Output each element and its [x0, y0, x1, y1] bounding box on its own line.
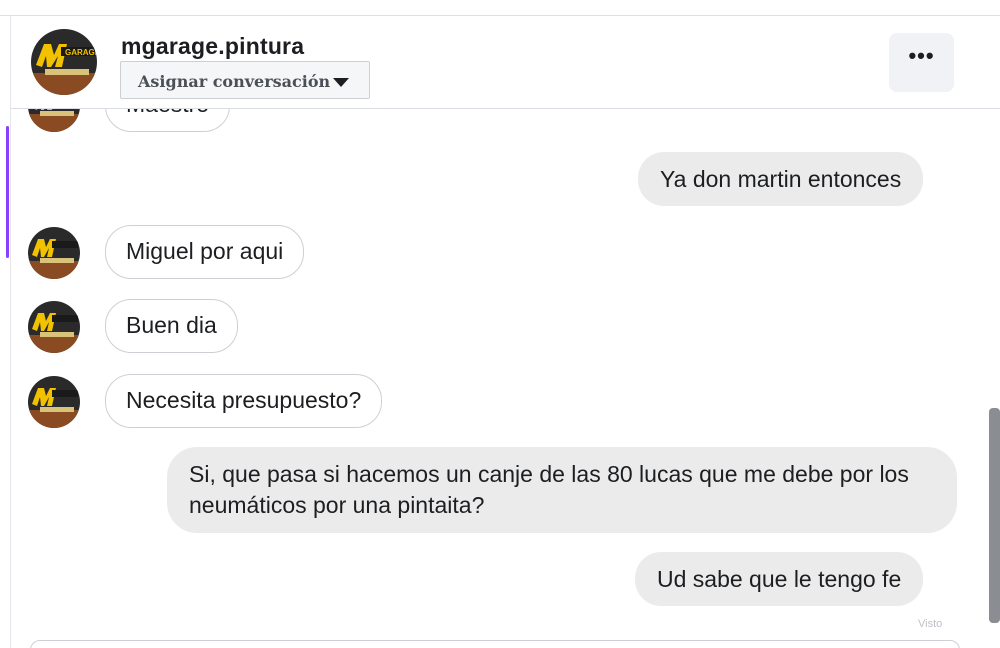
contact-avatar[interactable] — [28, 376, 80, 428]
seen-indicator: Visto — [918, 618, 943, 630]
more-options-button[interactable]: ••• — [889, 33, 954, 92]
page-avatar[interactable]: GARAGE — [31, 29, 97, 95]
message-bubble-incoming[interactable]: Buen dia — [105, 299, 238, 353]
panel-divider — [10, 16, 11, 648]
message-bubble-outgoing[interactable]: Ud sabe que le tengo fe — [635, 552, 924, 606]
page-title: mgarage.pintura — [121, 33, 305, 59]
scrollbar-thumb[interactable] — [989, 408, 1000, 623]
window-top-edge — [0, 0, 1000, 16]
more-dots-icon: ••• — [908, 43, 935, 68]
chevron-down-icon — [333, 78, 349, 87]
active-accent-bar — [6, 126, 9, 258]
message-bubble-incoming[interactable]: Necesita presupuesto? — [105, 374, 383, 428]
message-bubble-outgoing[interactable]: Si, que pasa si hacemos un canje de las … — [167, 447, 957, 533]
message-bubble-incoming[interactable]: Miguel por aqui — [105, 225, 305, 279]
contact-avatar[interactable] — [28, 227, 80, 279]
assign-conversation-label: Asignar conversación — [138, 72, 331, 91]
conversation-header: GARAGE mgarage.pintura Asignar conversac… — [11, 17, 1000, 109]
svg-text:GARAGE: GARAGE — [65, 48, 97, 57]
assign-conversation-dropdown[interactable]: Asignar conversación — [120, 61, 370, 99]
contact-avatar[interactable] — [28, 301, 80, 353]
message-bubble-outgoing[interactable]: Ya don martin entonces — [638, 152, 924, 206]
message-composer[interactable] — [30, 640, 960, 648]
